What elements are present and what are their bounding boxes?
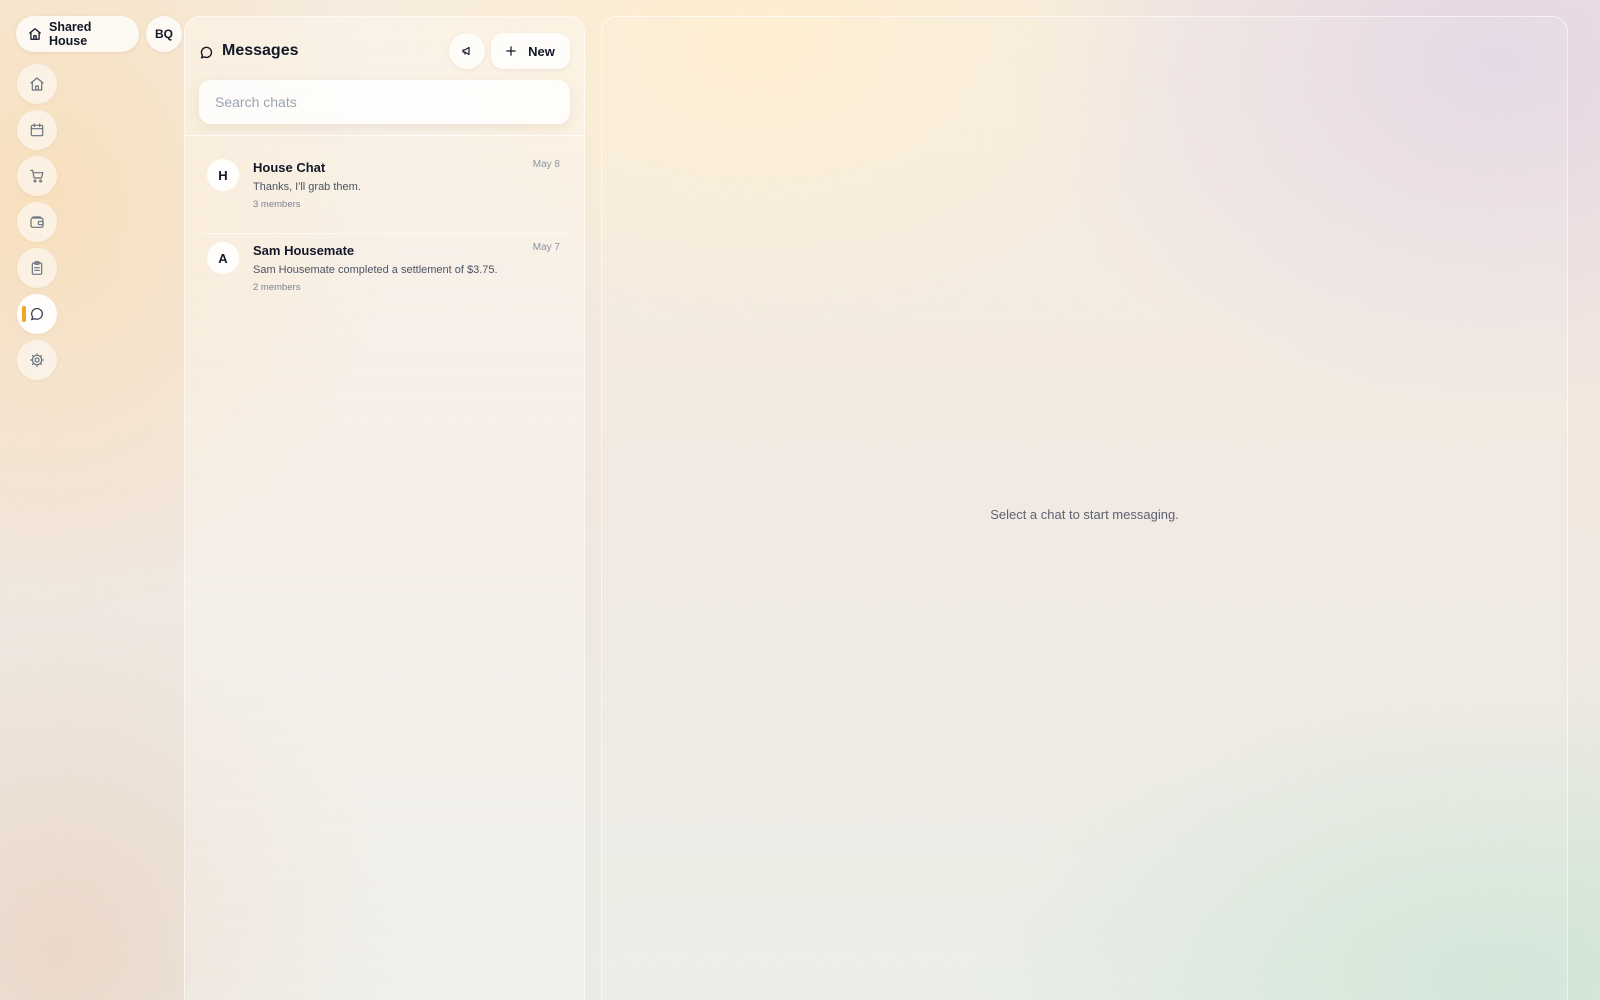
nav-rail xyxy=(17,64,57,386)
nav-calendar-button[interactable] xyxy=(17,110,57,150)
nav-settings-button[interactable] xyxy=(17,340,57,380)
chat-name: Sam Housemate xyxy=(253,243,355,258)
new-chat-label: New xyxy=(528,43,555,59)
chat-bubble-icon xyxy=(29,306,45,322)
chat-members: 3 members xyxy=(253,199,301,210)
chat-list: H House Chat May 8 Thanks, I'll grab the… xyxy=(197,151,572,315)
chat-preview: Thanks, I'll grab them. xyxy=(253,181,361,193)
chat-members: 2 members xyxy=(253,282,301,293)
user-avatar[interactable]: BQ xyxy=(146,16,182,52)
divider xyxy=(185,135,584,136)
header-actions: New xyxy=(449,33,570,69)
chat-preview: Sam Housemate completed a settlement of … xyxy=(253,264,498,276)
new-chat-button[interactable]: New xyxy=(491,33,570,69)
clipboard-icon xyxy=(29,260,45,276)
home-icon xyxy=(28,27,42,41)
chat-list-header: Messages New xyxy=(199,33,570,69)
gear-icon xyxy=(29,352,45,368)
cart-icon xyxy=(29,168,45,184)
empty-state-message: Select a chat to start messaging. xyxy=(990,507,1179,522)
nav-tasks-button[interactable] xyxy=(17,248,57,288)
calendar-icon xyxy=(29,122,45,138)
search-field[interactable] xyxy=(199,80,570,124)
house-selector[interactable]: Shared House xyxy=(16,16,139,52)
chat-avatar: A xyxy=(207,242,239,274)
nav-wallet-button[interactable] xyxy=(17,202,57,242)
chat-name: House Chat xyxy=(253,160,326,175)
wallet-icon xyxy=(29,214,45,230)
announcement-button[interactable] xyxy=(449,33,485,69)
page-title: Messages xyxy=(199,42,299,60)
nav-home-button[interactable] xyxy=(17,64,57,104)
chat-date: May 7 xyxy=(532,242,560,253)
nav-messages-button[interactable] xyxy=(17,294,57,334)
plus-icon xyxy=(506,46,516,56)
page-title-text: Messages xyxy=(222,42,299,59)
chat-avatar: H xyxy=(207,159,239,191)
nav-shopping-button[interactable] xyxy=(17,156,57,196)
house-name: Shared House xyxy=(49,20,92,48)
search-input[interactable] xyxy=(199,80,570,124)
chat-bubble-icon xyxy=(199,43,214,60)
megaphone-icon xyxy=(461,45,473,57)
chat-list-panel: Messages New H House Chat May 8 Thanks, xyxy=(184,16,585,1000)
active-indicator xyxy=(22,306,26,322)
chat-date: May 8 xyxy=(532,159,560,170)
chat-list-item[interactable]: A Sam Housemate May 7 Sam Housemate comp… xyxy=(197,233,572,315)
home-icon xyxy=(29,76,45,92)
conversation-panel: Select a chat to start messaging. xyxy=(601,16,1568,1000)
chat-list-item[interactable]: H House Chat May 8 Thanks, I'll grab the… xyxy=(197,151,572,233)
